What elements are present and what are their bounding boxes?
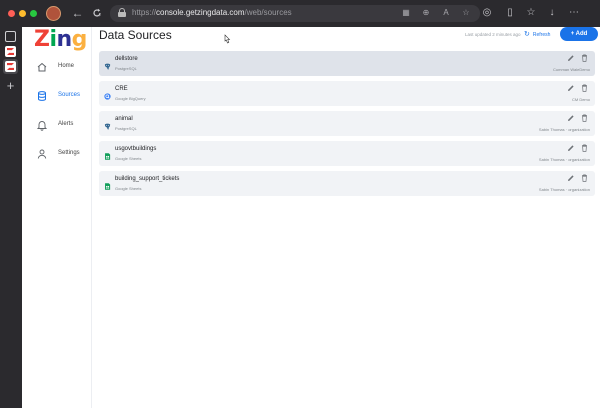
- sidebar-item-label: Sources: [58, 92, 81, 98]
- edit-pencil-icon[interactable]: [567, 174, 575, 182]
- split-screen-icon[interactable]: ▯: [503, 7, 517, 18]
- home-icon: [37, 62, 47, 72]
- tab-zing-icon[interactable]: [5, 46, 16, 57]
- source-name[interactable]: animal: [115, 116, 133, 122]
- source-owner: CM Demo: [571, 97, 590, 102]
- profile-avatar[interactable]: [46, 6, 61, 21]
- google-sheets-icon: [104, 177, 111, 190]
- source-owner: Sabin Thomas · organization: [538, 127, 590, 132]
- bell-icon: [36, 121, 48, 131]
- source-owner: Sabin Thomas · organization: [538, 187, 590, 192]
- source-name[interactable]: dellstore: [115, 56, 138, 62]
- lock-icon: [118, 8, 126, 17]
- postgresql-icon: [104, 57, 111, 70]
- page-title: Data Sources: [99, 28, 172, 42]
- maximize-window-button[interactable]: [30, 10, 37, 17]
- close-window-button[interactable]: [8, 10, 15, 17]
- sources-list: dellstore PostgreSQL Cumman WaleDemo CRE Goo…: [99, 51, 595, 201]
- source-owner: Sabin Thomas · organization: [538, 157, 590, 162]
- sidebar: Zing Home Sources Alerts Settings: [22, 27, 92, 408]
- tab-zing-active-icon[interactable]: [5, 61, 16, 72]
- reload-icon[interactable]: [92, 8, 102, 18]
- source-name[interactable]: building_support_tickets: [115, 176, 179, 182]
- delete-trash-icon[interactable]: [581, 54, 588, 62]
- source-name[interactable]: CRE: [115, 86, 128, 92]
- zing-app: Zing Home Sources Alerts Settings Data S…: [22, 27, 600, 408]
- edit-pencil-icon[interactable]: [567, 54, 575, 62]
- database-icon: [38, 91, 46, 101]
- google-sheets-icon: [104, 147, 111, 160]
- source-row[interactable]: animal PostgreSQL Sabin Thomas · organizat…: [99, 111, 595, 136]
- address-bar[interactable]: https://console.getzingdata.com/web/sour…: [110, 5, 480, 22]
- tab-sidebar-toggle-icon[interactable]: [5, 31, 16, 42]
- main-content: Data Sources Last updated 2 minutes ago …: [93, 27, 600, 408]
- edit-pencil-icon[interactable]: [567, 114, 575, 122]
- sidebar-item-alerts[interactable]: Alerts: [22, 116, 92, 136]
- zoom-icon[interactable]: ⊕: [420, 8, 432, 17]
- mouse-cursor-icon: [224, 34, 231, 44]
- favorite-star-icon[interactable]: ☆: [460, 8, 472, 17]
- refresh-icon: ↻: [524, 31, 530, 38]
- bigquery-icon: [104, 87, 111, 100]
- edit-pencil-icon[interactable]: [567, 144, 575, 152]
- source-name[interactable]: usgovtbuildings: [115, 146, 156, 152]
- zing-logo[interactable]: Zing: [34, 27, 87, 52]
- source-row[interactable]: dellstore PostgreSQL Cumman WaleDemo: [99, 51, 595, 76]
- postgresql-icon: [104, 117, 111, 130]
- source-row[interactable]: CRE Google BigQuery CM Demo: [99, 81, 595, 106]
- source-owner: Cumman WaleDemo: [553, 67, 590, 72]
- refresh-label: Refresh: [532, 32, 551, 38]
- sidebar-item-label: Settings: [58, 150, 80, 156]
- person-icon: [37, 149, 47, 159]
- edit-pencil-icon[interactable]: [567, 84, 575, 92]
- delete-trash-icon[interactable]: [581, 114, 588, 122]
- add-source-button[interactable]: + Add: [560, 27, 598, 41]
- delete-trash-icon[interactable]: [581, 84, 588, 92]
- sidebar-item-home[interactable]: Home: [22, 58, 92, 78]
- delete-trash-icon[interactable]: [581, 144, 588, 152]
- sidebar-item-label: Alerts: [58, 121, 74, 127]
- source-type: PostgreSQL: [115, 126, 137, 131]
- source-row[interactable]: usgovtbuildings Google Sheets Sabin Thomas…: [99, 141, 595, 166]
- source-type: Google Sheets: [115, 156, 142, 161]
- read-aloud-icon[interactable]: A: [440, 8, 452, 17]
- minimize-window-button[interactable]: [19, 10, 26, 17]
- sidebar-item-settings[interactable]: Settings: [22, 145, 92, 165]
- vertical-tab-strip: +: [0, 27, 22, 408]
- more-icon[interactable]: ⋯: [567, 7, 581, 18]
- source-row[interactable]: building_support_tickets Google Sheets Sab…: [99, 171, 595, 196]
- delete-trash-icon[interactable]: [581, 174, 588, 182]
- refresh-button[interactable]: ↻ Refresh: [524, 30, 550, 38]
- extensions-icon[interactable]: ◎: [480, 7, 494, 18]
- sidebar-item-sources[interactable]: Sources: [22, 87, 92, 107]
- source-type: Google Sheets: [115, 186, 142, 191]
- favorites-icon[interactable]: ☆: [524, 7, 538, 18]
- new-tab-plus-icon[interactable]: +: [5, 79, 16, 92]
- reader-icon[interactable]: ▦: [400, 8, 412, 17]
- url-text[interactable]: https://console.getzingdata.com/web/sour…: [132, 8, 292, 17]
- sidebar-item-label: Home: [58, 63, 75, 69]
- downloads-icon[interactable]: ↓: [545, 7, 559, 18]
- browser-toolbar: ← → https://console.getzingdata.com/web/…: [0, 0, 600, 27]
- source-type: Google BigQuery: [115, 96, 146, 101]
- back-icon[interactable]: ←: [70, 6, 85, 21]
- last-updated-text: Last updated 2 minutes ago: [465, 32, 521, 37]
- source-type: PostgreSQL: [115, 66, 137, 71]
